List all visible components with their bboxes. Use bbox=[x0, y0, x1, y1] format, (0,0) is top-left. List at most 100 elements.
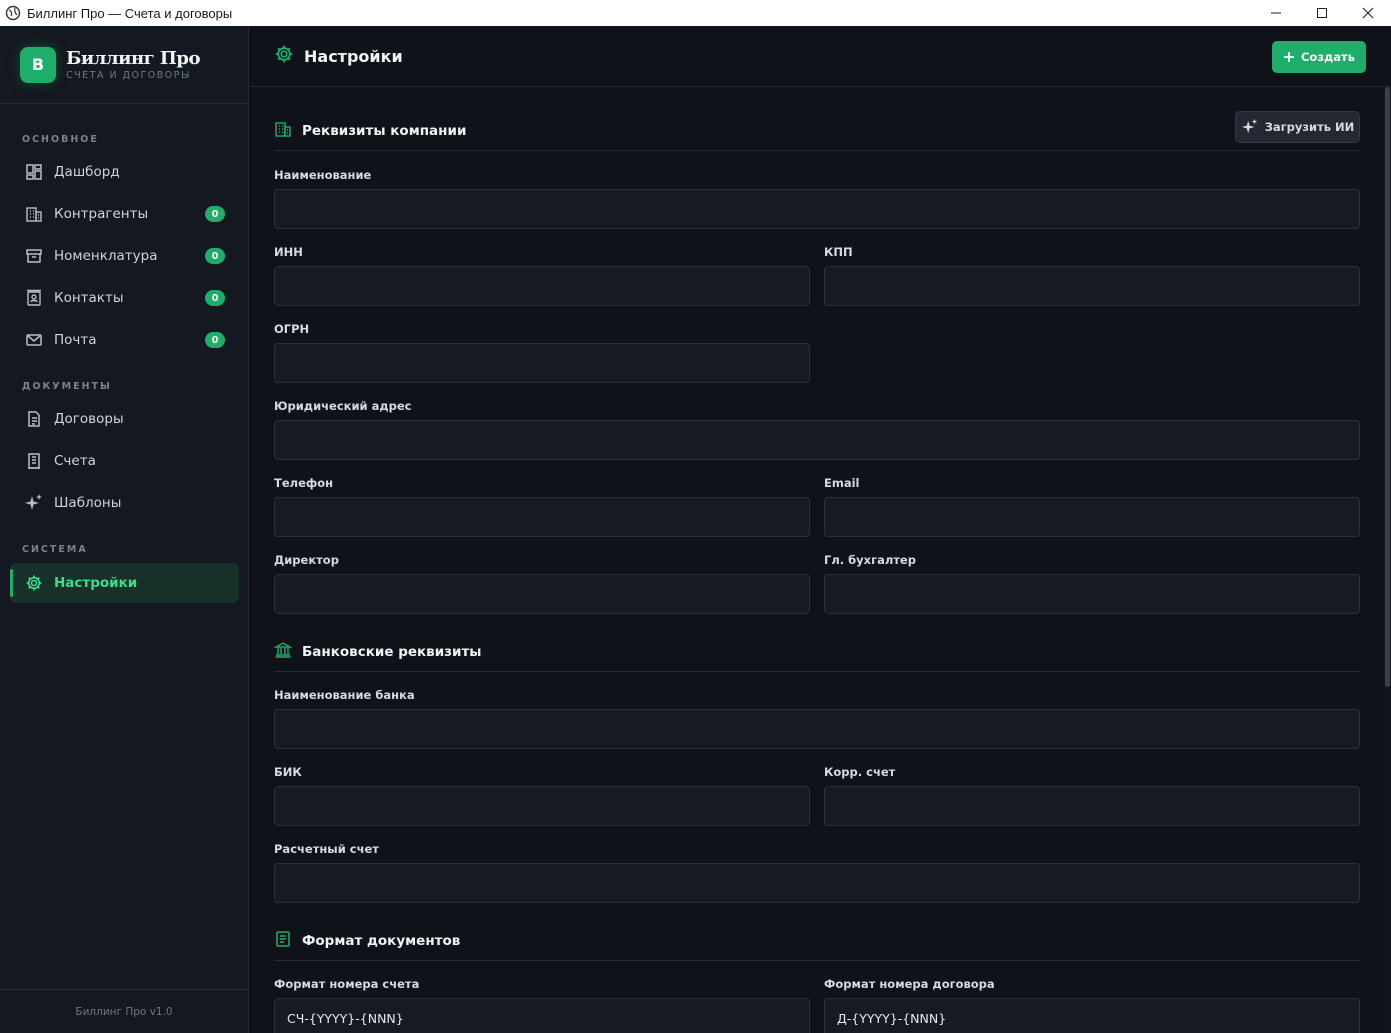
invoice-format-input[interactable] bbox=[274, 998, 810, 1033]
page-title: Настройки bbox=[304, 46, 403, 66]
window-title: Биллинг Про — Счета и договоры bbox=[27, 5, 233, 21]
format-section-header: Формат документов bbox=[274, 921, 1360, 961]
sidebar-item-contracts[interactable]: Договоры bbox=[10, 399, 239, 439]
director-input[interactable] bbox=[274, 574, 810, 614]
brand-name: Биллинг Про bbox=[66, 48, 201, 69]
company-name-input[interactable] bbox=[274, 189, 1360, 229]
sidebar-item-label: Договоры bbox=[54, 411, 124, 427]
create-button[interactable]: Создать bbox=[1272, 41, 1366, 73]
sidebar: B Биллинг Про СЧЕТА И ДОГОВОРЫ ОСНОВНОЕ … bbox=[0, 26, 249, 1033]
corr-account-input[interactable] bbox=[824, 786, 1360, 826]
section-title: Формат документов bbox=[302, 932, 461, 949]
inn-label: ИНН bbox=[274, 245, 303, 259]
sidebar-item-invoices[interactable]: Счета bbox=[10, 441, 239, 481]
document-format-icon bbox=[274, 930, 292, 952]
kpp-input[interactable] bbox=[824, 266, 1360, 306]
inn-input[interactable] bbox=[274, 266, 810, 306]
sidebar-item-label: Шаблоны bbox=[54, 495, 122, 511]
sidebar-item-label: Почта bbox=[54, 332, 97, 348]
sidebar-item-dashboard[interactable]: Дашборд bbox=[10, 152, 239, 192]
section-title: Банковские реквизиты bbox=[302, 643, 482, 660]
sidebar-item-settings[interactable]: Настройки bbox=[10, 563, 239, 603]
close-icon bbox=[1362, 7, 1374, 19]
phone-label: Телефон bbox=[274, 476, 334, 490]
bik-label: БИК bbox=[274, 765, 302, 779]
minimize-button[interactable] bbox=[1253, 0, 1299, 26]
address-label: Юридический адрес bbox=[274, 399, 412, 413]
gear-icon bbox=[274, 44, 294, 68]
scrollbar[interactable] bbox=[1384, 87, 1391, 1033]
close-button[interactable] bbox=[1345, 0, 1391, 26]
page-header: Настройки Создать bbox=[250, 26, 1391, 87]
maximize-icon bbox=[1317, 8, 1327, 18]
brand-logo: B bbox=[20, 46, 56, 83]
company-section-header: Реквизиты компании Загрузить ИИ bbox=[274, 111, 1360, 151]
ogrn-label: ОГРН bbox=[274, 322, 310, 336]
receipt-icon bbox=[24, 451, 44, 471]
bik-input[interactable] bbox=[274, 786, 810, 826]
sidebar-item-contacts[interactable]: Контакты 0 bbox=[10, 278, 239, 318]
sparkles-icon bbox=[24, 493, 44, 513]
count-badge: 0 bbox=[205, 290, 225, 306]
plus-icon bbox=[1283, 52, 1294, 62]
mail-icon bbox=[24, 330, 44, 350]
window-titlebar: Биллинг Про — Счета и договоры bbox=[0, 0, 1391, 26]
archive-icon bbox=[24, 246, 44, 266]
settlement-account-label: Расчетный счет bbox=[274, 842, 379, 856]
sparkles-icon bbox=[1241, 118, 1257, 134]
sidebar-item-label: Счета bbox=[54, 453, 96, 469]
director-label: Директор bbox=[274, 553, 339, 567]
load-ai-button[interactable]: Загрузить ИИ bbox=[1235, 111, 1360, 143]
building-icon bbox=[274, 120, 292, 142]
main-content: Настройки Создать Реквизиты компании Заг… bbox=[250, 26, 1391, 1033]
dashboard-icon bbox=[24, 162, 44, 182]
minimize-icon bbox=[1271, 12, 1281, 14]
brand-subtitle: СЧЕТА И ДОГОВОРЫ bbox=[66, 70, 191, 81]
email-label: Email bbox=[824, 476, 860, 490]
contract-format-input[interactable] bbox=[824, 998, 1360, 1033]
contacts-icon bbox=[24, 288, 44, 308]
sidebar-item-label: Номенклатура bbox=[54, 248, 158, 264]
app-globe-icon bbox=[5, 5, 21, 21]
corr-account-label: Корр. счет bbox=[824, 765, 896, 779]
create-button-label: Создать bbox=[1300, 50, 1355, 64]
sidebar-item-templates[interactable]: Шаблоны bbox=[10, 483, 239, 523]
count-badge: 0 bbox=[205, 332, 225, 348]
section-title: Реквизиты компании bbox=[302, 122, 467, 139]
load-ai-label: Загрузить ИИ bbox=[1264, 120, 1355, 134]
sidebar-section-system: СИСТЕМА bbox=[22, 544, 88, 555]
maximize-button[interactable] bbox=[1299, 0, 1345, 26]
settlement-account-input[interactable] bbox=[274, 863, 1360, 903]
brand: B Биллинг Про СЧЕТА И ДОГОВОРЫ bbox=[0, 26, 248, 104]
sidebar-item-label: Дашборд bbox=[54, 164, 120, 180]
document-icon bbox=[24, 409, 44, 429]
phone-input[interactable] bbox=[274, 497, 810, 537]
scrollbar-thumb[interactable] bbox=[1385, 87, 1390, 687]
kpp-label: КПП bbox=[824, 245, 853, 259]
bank-icon bbox=[273, 641, 293, 663]
company-name-label: Наименование bbox=[274, 168, 372, 182]
building-icon bbox=[24, 204, 44, 224]
sidebar-item-mail[interactable]: Почта 0 bbox=[10, 320, 239, 360]
contract-format-label: Формат номера договора bbox=[824, 977, 995, 991]
bank-section-header: Банковские реквизиты bbox=[273, 632, 1360, 672]
sidebar-item-counterparties[interactable]: Контрагенты 0 bbox=[10, 194, 239, 234]
sidebar-item-label: Контакты bbox=[54, 290, 124, 306]
sidebar-item-label: Настройки bbox=[54, 575, 138, 591]
gear-icon bbox=[24, 573, 44, 593]
bank-name-input[interactable] bbox=[274, 709, 1360, 749]
sidebar-item-nomenclature[interactable]: Номенклатура 0 bbox=[10, 236, 239, 276]
count-badge: 0 bbox=[205, 206, 225, 222]
email-input[interactable] bbox=[824, 497, 1360, 537]
app-version: Биллинг Про v1.0 bbox=[0, 989, 248, 1033]
ogrn-input[interactable] bbox=[274, 343, 810, 383]
sidebar-section-documents: ДОКУМЕНТЫ bbox=[22, 381, 112, 392]
accountant-input[interactable] bbox=[824, 574, 1360, 614]
count-badge: 0 bbox=[205, 248, 225, 264]
bank-name-label: Наименование банка bbox=[274, 688, 415, 702]
accountant-label: Гл. бухгалтер bbox=[824, 553, 916, 567]
sidebar-section-main: ОСНОВНОЕ bbox=[22, 134, 99, 145]
invoice-format-label: Формат номера счета bbox=[274, 977, 420, 991]
sidebar-item-label: Контрагенты bbox=[54, 206, 149, 222]
address-input[interactable] bbox=[274, 420, 1360, 460]
